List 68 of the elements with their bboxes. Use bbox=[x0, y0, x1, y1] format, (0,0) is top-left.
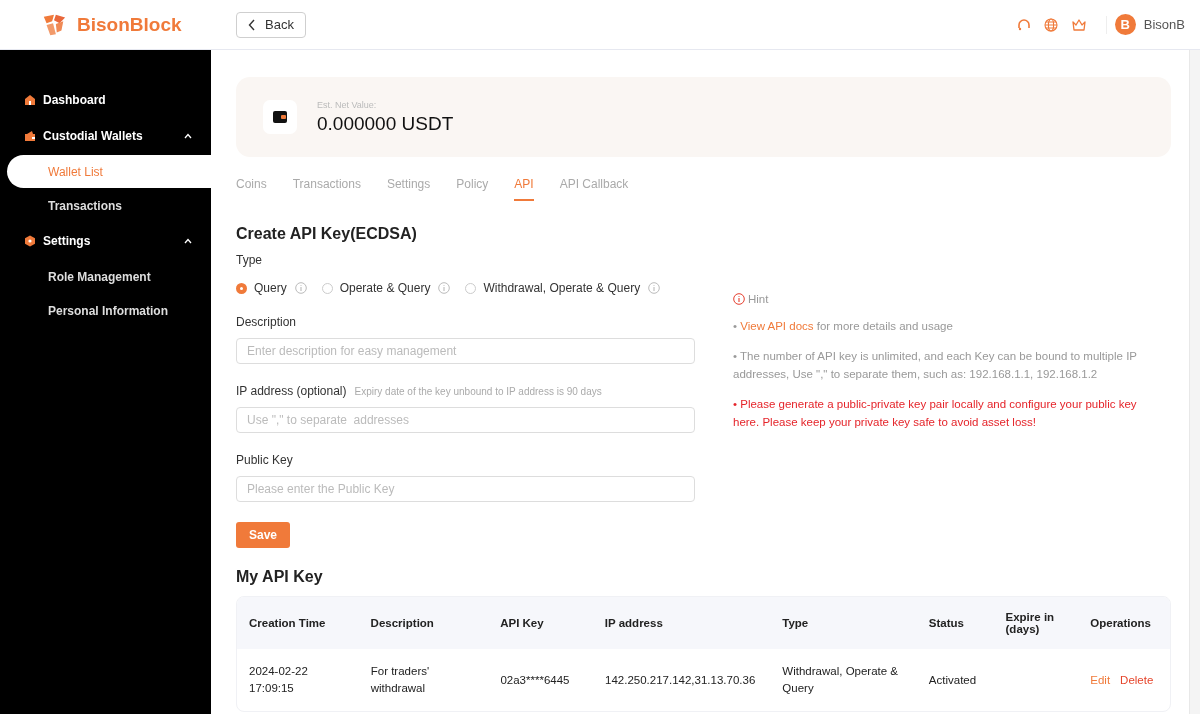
section-title: Create API Key(ECDSA) bbox=[236, 225, 418, 243]
column-header: API Key bbox=[500, 617, 545, 629]
wallet-icon bbox=[263, 100, 297, 134]
nav-subitem[interactable]: Wallet List bbox=[7, 155, 211, 188]
warning-text: • Please generate a public-private key pair locally and configure your public key here. Please keep your private key safe to avoid asset loss! bbox=[733, 397, 1138, 430]
nav-subitem[interactable]: Personal Information bbox=[0, 294, 211, 327]
tab[interactable]: Policy bbox=[456, 169, 489, 201]
tab[interactable]: Coins bbox=[236, 169, 267, 201]
table-cell-text: 2024-02-22 17:09:15 bbox=[249, 664, 309, 696]
user-avatar[interactable]: B bbox=[1114, 14, 1136, 35]
field-label: IP address (optional) bbox=[236, 384, 347, 398]
net-value-label: Est. Net Value: bbox=[317, 99, 378, 110]
radio-option[interactable]: Operate & Query bbox=[321, 281, 431, 295]
description-field[interactable]: Enter description for easy management bbox=[236, 338, 695, 364]
table-cell-text: For traders' withdrawal bbox=[370, 664, 431, 696]
hint-text: • The number of API key is unlimited, and each Key can be bound to multiple IP addresses, Use "," to separate them, such as: 192.168.1.1, 192.168.1.2 bbox=[733, 349, 1138, 382]
back-button[interactable]: Back bbox=[236, 11, 306, 38]
table-cell-text: 02a3****6445 bbox=[500, 672, 571, 688]
headset-icon[interactable] bbox=[1016, 17, 1031, 32]
nav-item[interactable]: Settings bbox=[0, 223, 211, 259]
wallet-icon bbox=[24, 130, 36, 142]
nav-item[interactable]: Dashboard bbox=[0, 82, 211, 118]
tab[interactable]: API bbox=[514, 169, 534, 201]
brand-name: BisonBlock bbox=[77, 13, 182, 36]
column-header: Expire in (days) bbox=[1005, 611, 1056, 635]
operation-link[interactable]: Edit bbox=[1090, 671, 1111, 689]
column-header: Status bbox=[928, 617, 965, 629]
table-cell-text: Activated bbox=[928, 672, 978, 688]
net-value: 0.000000 USDT bbox=[317, 112, 454, 135]
hexagon-icon bbox=[24, 235, 36, 247]
tab[interactable]: Transactions bbox=[292, 169, 361, 201]
user-name: BisonB bbox=[1143, 17, 1185, 32]
operation-link[interactable]: Delete bbox=[1120, 671, 1154, 689]
column-header: Description bbox=[370, 617, 435, 629]
column-header: Type bbox=[782, 617, 810, 629]
info-icon[interactable] bbox=[648, 282, 661, 294]
home-icon bbox=[24, 94, 36, 106]
radio-option[interactable]: Withdrawal, Operate & Query bbox=[465, 281, 641, 295]
field-label: Description bbox=[236, 315, 298, 329]
table-cell-text: Withdrawal, Operate & Query bbox=[782, 664, 900, 696]
tab[interactable]: API Callback bbox=[559, 169, 629, 201]
api-docs-link[interactable]: View API docs bbox=[740, 320, 814, 332]
save-button[interactable]: Save bbox=[236, 522, 291, 548]
section-title: My API Key bbox=[236, 568, 324, 586]
chevron-left-icon bbox=[248, 18, 256, 31]
nav-subitem[interactable]: Role Management bbox=[0, 260, 211, 293]
info-icon[interactable] bbox=[438, 282, 451, 294]
column-header: Operations bbox=[1090, 617, 1152, 629]
globe-icon[interactable] bbox=[1043, 17, 1058, 32]
public-key-field[interactable]: Please enter the Public Key bbox=[236, 476, 695, 502]
scrollbar[interactable] bbox=[1189, 50, 1200, 714]
field-label: Public Key bbox=[236, 453, 294, 467]
field-note: Expiry date of the key unbound to IP address is 90 days bbox=[354, 386, 602, 397]
radio-option[interactable]: Query bbox=[236, 281, 287, 295]
info-icon bbox=[733, 293, 745, 305]
nav-item[interactable]: Custodial Wallets bbox=[0, 118, 211, 154]
nav-subitem[interactable]: Transactions bbox=[0, 189, 211, 222]
hint-title: Hint bbox=[748, 293, 769, 305]
hint-text: • View API docs for more details and usage bbox=[733, 319, 954, 334]
column-header: IP address bbox=[604, 617, 664, 629]
field-label: Type bbox=[236, 253, 263, 267]
info-icon[interactable] bbox=[294, 282, 307, 294]
column-header: Creation Time bbox=[249, 617, 327, 629]
radio-button[interactable] bbox=[236, 282, 247, 294]
ip-address-field[interactable]: Use "," to separate addresses bbox=[236, 407, 695, 433]
crown-icon[interactable] bbox=[1070, 17, 1087, 32]
tab[interactable]: Settings bbox=[386, 169, 431, 201]
table-cell-text: 142.250.217.142,31.13.70.36 bbox=[605, 672, 757, 688]
